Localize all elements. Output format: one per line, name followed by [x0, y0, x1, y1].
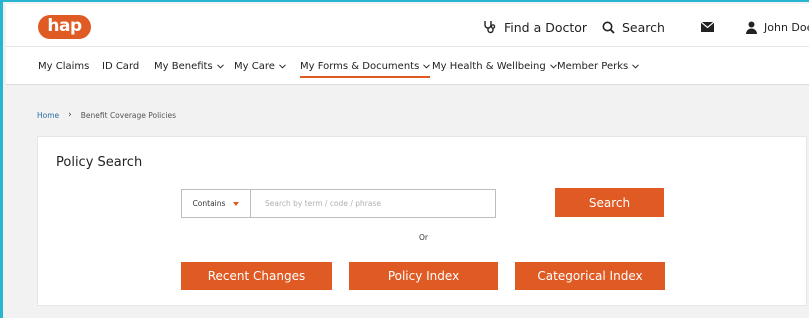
nav-item-id-card[interactable]: ID Card — [102, 61, 139, 72]
breadcrumb-current: Benefit Coverage Policies — [80, 110, 176, 120]
nav-item-my-health-wellbeing[interactable]: My Health & Wellbeing — [432, 61, 557, 72]
policy-search-card: Policy Search Contains Search Or Recent … — [37, 136, 807, 306]
find-doctor-label: Find a Doctor — [504, 19, 588, 35]
top-bar: hap Find a Doctor Search John Doe — [6, 4, 809, 46]
breadcrumb: Home › Benefit Coverage Policies — [37, 110, 176, 120]
recent-changes-button[interactable]: Recent Changes — [181, 262, 332, 290]
user-menu[interactable]: John Doe — [746, 18, 809, 36]
match-mode-value: Contains — [192, 199, 226, 208]
nav-item-label: My Forms & Documents — [300, 61, 420, 72]
search-icon — [602, 21, 615, 34]
nav-item-label: My Health & Wellbeing — [432, 61, 546, 72]
stethoscope-icon — [483, 20, 497, 34]
nav-item-my-care[interactable]: My Care — [234, 61, 286, 72]
find-doctor-link[interactable]: Find a Doctor — [483, 18, 587, 36]
user-name: John Doe — [764, 20, 809, 34]
breadcrumb-home-link[interactable]: Home — [37, 111, 59, 120]
main-nav: My Claims ID Card My Benefits My Care My… — [6, 46, 809, 85]
search-button[interactable]: Search — [555, 188, 664, 217]
chevron-down-icon — [216, 64, 224, 69]
policy-search-title: Policy Search — [56, 155, 143, 170]
match-mode-select[interactable]: Contains — [182, 190, 251, 217]
messages-link[interactable] — [701, 18, 721, 36]
nav-item-my-forms-documents[interactable]: My Forms & Documents — [300, 61, 431, 78]
chevron-down-icon — [423, 64, 431, 69]
envelope-icon — [701, 22, 714, 32]
policy-index-button[interactable]: Policy Index — [349, 262, 498, 290]
chevron-down-icon — [632, 64, 640, 69]
chevron-down-icon — [279, 64, 286, 69]
app-frame: hap Find a Doctor Search John Doe My Cla… — [0, 0, 809, 318]
policy-search-group: Contains — [181, 189, 496, 218]
hap-logo[interactable]: hap — [38, 15, 91, 39]
header-search-label: Search — [622, 19, 665, 35]
nav-item-label: My Claims — [38, 61, 90, 72]
nav-item-member-perks[interactable]: Member Perks — [557, 61, 640, 72]
header-search-link[interactable]: Search — [602, 18, 665, 36]
nav-item-label: Member Perks — [557, 61, 629, 72]
nav-item-label: My Benefits — [154, 61, 213, 72]
or-divider-text: Or — [419, 233, 428, 242]
nav-item-my-benefits[interactable]: My Benefits — [154, 61, 224, 72]
nav-item-my-claims[interactable]: My Claims — [38, 61, 89, 72]
caret-down-icon — [233, 201, 240, 206]
nav-item-label: My Care — [234, 61, 275, 72]
categorical-index-button[interactable]: Categorical Index — [515, 262, 665, 290]
chevron-down-icon — [549, 64, 557, 69]
user-icon — [746, 21, 757, 34]
nav-item-label: ID Card — [102, 61, 140, 72]
policy-search-input[interactable] — [251, 190, 495, 217]
chevron-right-icon: › — [68, 110, 72, 120]
